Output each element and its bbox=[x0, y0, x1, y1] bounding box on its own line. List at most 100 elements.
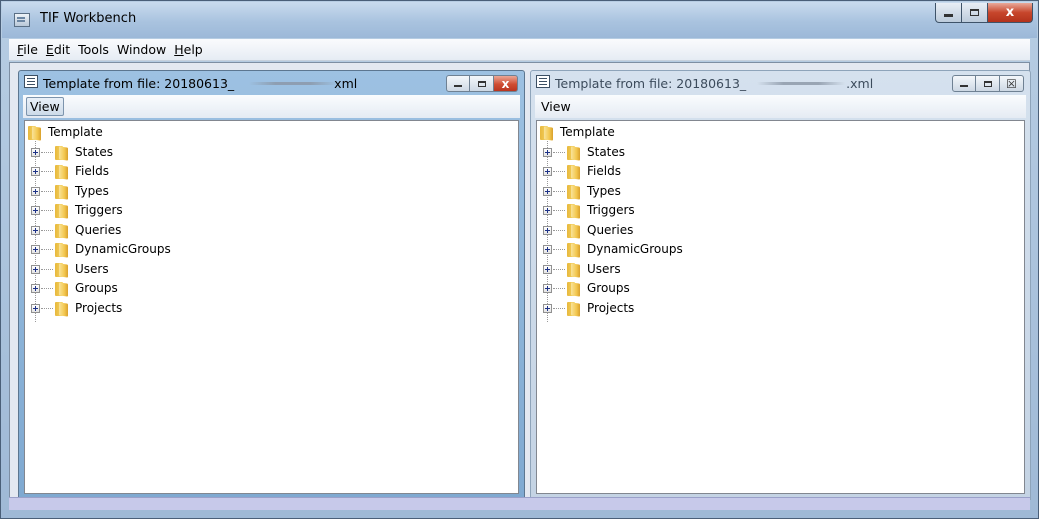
expand-icon[interactable] bbox=[543, 186, 552, 196]
expand-icon[interactable] bbox=[31, 186, 40, 196]
view-menu-button[interactable]: View bbox=[26, 97, 64, 116]
expand-icon[interactable] bbox=[31, 245, 40, 254]
title-bar[interactable]: TIF Workbench x bbox=[2, 2, 1037, 38]
folder-icon bbox=[55, 262, 70, 278]
status-strip bbox=[9, 497, 1030, 510]
expand-icon[interactable] bbox=[543, 303, 552, 313]
maximize-button[interactable] bbox=[962, 3, 988, 23]
minimize-icon bbox=[944, 14, 953, 17]
folder-icon bbox=[567, 223, 582, 239]
maximize-icon bbox=[970, 9, 979, 16]
document-icon[interactable] bbox=[536, 75, 550, 88]
minimize-icon bbox=[454, 85, 462, 87]
minimize-button[interactable] bbox=[935, 3, 962, 23]
tree-node-groups[interactable]: Groups bbox=[25, 279, 518, 299]
tree-node-triggers[interactable]: Triggers bbox=[537, 201, 1024, 221]
folder-icon bbox=[567, 243, 582, 258]
folder-icon bbox=[28, 126, 43, 141]
tree-node-dynamicgroups[interactable]: DynamicGroups bbox=[25, 240, 518, 260]
tree-node-types[interactable]: Types bbox=[25, 182, 518, 202]
redacted-filename bbox=[757, 82, 845, 85]
tree-node-queries[interactable]: Queries bbox=[25, 221, 518, 241]
expand-icon[interactable] bbox=[543, 147, 552, 157]
tree-node-projects[interactable]: Projects bbox=[25, 299, 518, 319]
tree-node-groups[interactable]: Groups bbox=[537, 279, 1024, 299]
tree-node-projects[interactable]: Projects bbox=[537, 299, 1024, 319]
expand-icon[interactable] bbox=[31, 206, 40, 215]
template-window-right[interactable]: Template from file: 20180613_ .xml ☒ View… bbox=[530, 70, 1031, 500]
menu-bar: File Edit Tools Window Help bbox=[9, 39, 1030, 61]
close-icon: x bbox=[1005, 5, 1015, 20]
folder-icon bbox=[55, 301, 70, 317]
folder-icon bbox=[540, 126, 555, 141]
document-icon[interactable] bbox=[24, 75, 38, 88]
expand-icon[interactable] bbox=[31, 284, 40, 293]
app-title: TIF Workbench bbox=[40, 11, 137, 26]
template-tree[interactable]: Template States Fields Types Triggers Qu… bbox=[536, 120, 1025, 494]
expand-icon[interactable] bbox=[31, 264, 40, 274]
folder-icon bbox=[55, 223, 70, 239]
expand-icon[interactable] bbox=[543, 225, 552, 235]
folder-icon bbox=[55, 145, 70, 161]
tree-node-states[interactable]: States bbox=[25, 143, 518, 163]
folder-icon bbox=[567, 165, 582, 180]
child-window-controls: x bbox=[446, 75, 518, 92]
close-button[interactable]: ☒ bbox=[1000, 75, 1024, 92]
tree-node-users[interactable]: Users bbox=[25, 260, 518, 280]
view-toolbar: View bbox=[535, 95, 1026, 118]
tree-node-users[interactable]: Users bbox=[537, 260, 1024, 280]
minimize-icon bbox=[960, 85, 968, 87]
expand-icon[interactable] bbox=[543, 167, 552, 176]
expand-icon[interactable] bbox=[31, 225, 40, 235]
tree-node-queries[interactable]: Queries bbox=[537, 221, 1024, 241]
app-window: TIF Workbench x File Edit Tools Window H… bbox=[0, 0, 1039, 519]
folder-icon bbox=[55, 282, 70, 297]
tree-node-types[interactable]: Types bbox=[537, 182, 1024, 202]
template-window-left[interactable]: Template from file: 20180613_ xml x View … bbox=[18, 70, 525, 500]
minimize-button[interactable] bbox=[952, 75, 976, 92]
expand-icon[interactable] bbox=[31, 147, 40, 157]
view-toolbar: View bbox=[23, 95, 520, 118]
expand-icon[interactable] bbox=[543, 245, 552, 254]
close-button[interactable]: x bbox=[988, 3, 1033, 23]
tree-node-fields[interactable]: Fields bbox=[537, 162, 1024, 182]
view-menu-button[interactable]: View bbox=[538, 98, 574, 115]
window-controls: x bbox=[935, 3, 1033, 25]
redacted-filename bbox=[249, 82, 337, 85]
child-window-controls: ☒ bbox=[952, 75, 1024, 92]
close-icon: x bbox=[501, 76, 510, 91]
folder-icon bbox=[55, 243, 70, 258]
folder-icon bbox=[567, 145, 582, 161]
close-icon: ☒ bbox=[1006, 76, 1017, 91]
app-icon[interactable] bbox=[14, 13, 30, 27]
tree-root[interactable]: Template bbox=[25, 123, 518, 143]
expand-icon[interactable] bbox=[31, 167, 40, 176]
maximize-icon bbox=[983, 80, 992, 87]
minimize-button[interactable] bbox=[446, 75, 470, 92]
folder-icon bbox=[567, 204, 582, 219]
tree-node-triggers[interactable]: Triggers bbox=[25, 201, 518, 221]
folder-icon bbox=[567, 282, 582, 297]
maximize-button[interactable] bbox=[976, 75, 1000, 92]
expand-icon[interactable] bbox=[543, 264, 552, 274]
folder-icon bbox=[55, 165, 70, 180]
template-tree[interactable]: Template States Fields Types Triggers Qu… bbox=[24, 120, 519, 494]
maximize-button[interactable] bbox=[470, 75, 494, 92]
tree-node-states[interactable]: States bbox=[537, 143, 1024, 163]
tree-node-dynamicgroups[interactable]: DynamicGroups bbox=[537, 240, 1024, 260]
menu-help[interactable]: Help bbox=[170, 42, 207, 57]
folder-icon bbox=[567, 184, 582, 200]
expand-icon[interactable] bbox=[31, 303, 40, 313]
tree-root[interactable]: Template bbox=[537, 123, 1024, 143]
menu-window[interactable]: Window bbox=[113, 42, 170, 57]
close-button[interactable]: x bbox=[494, 75, 518, 92]
menu-tools[interactable]: Tools bbox=[74, 42, 113, 57]
menu-edit[interactable]: Edit bbox=[42, 42, 74, 57]
expand-icon[interactable] bbox=[543, 206, 552, 215]
maximize-icon bbox=[477, 80, 486, 87]
menu-file[interactable]: File bbox=[13, 42, 42, 57]
expand-icon[interactable] bbox=[543, 284, 552, 293]
tree-node-fields[interactable]: Fields bbox=[25, 162, 518, 182]
folder-icon bbox=[55, 204, 70, 219]
folder-icon bbox=[55, 184, 70, 200]
